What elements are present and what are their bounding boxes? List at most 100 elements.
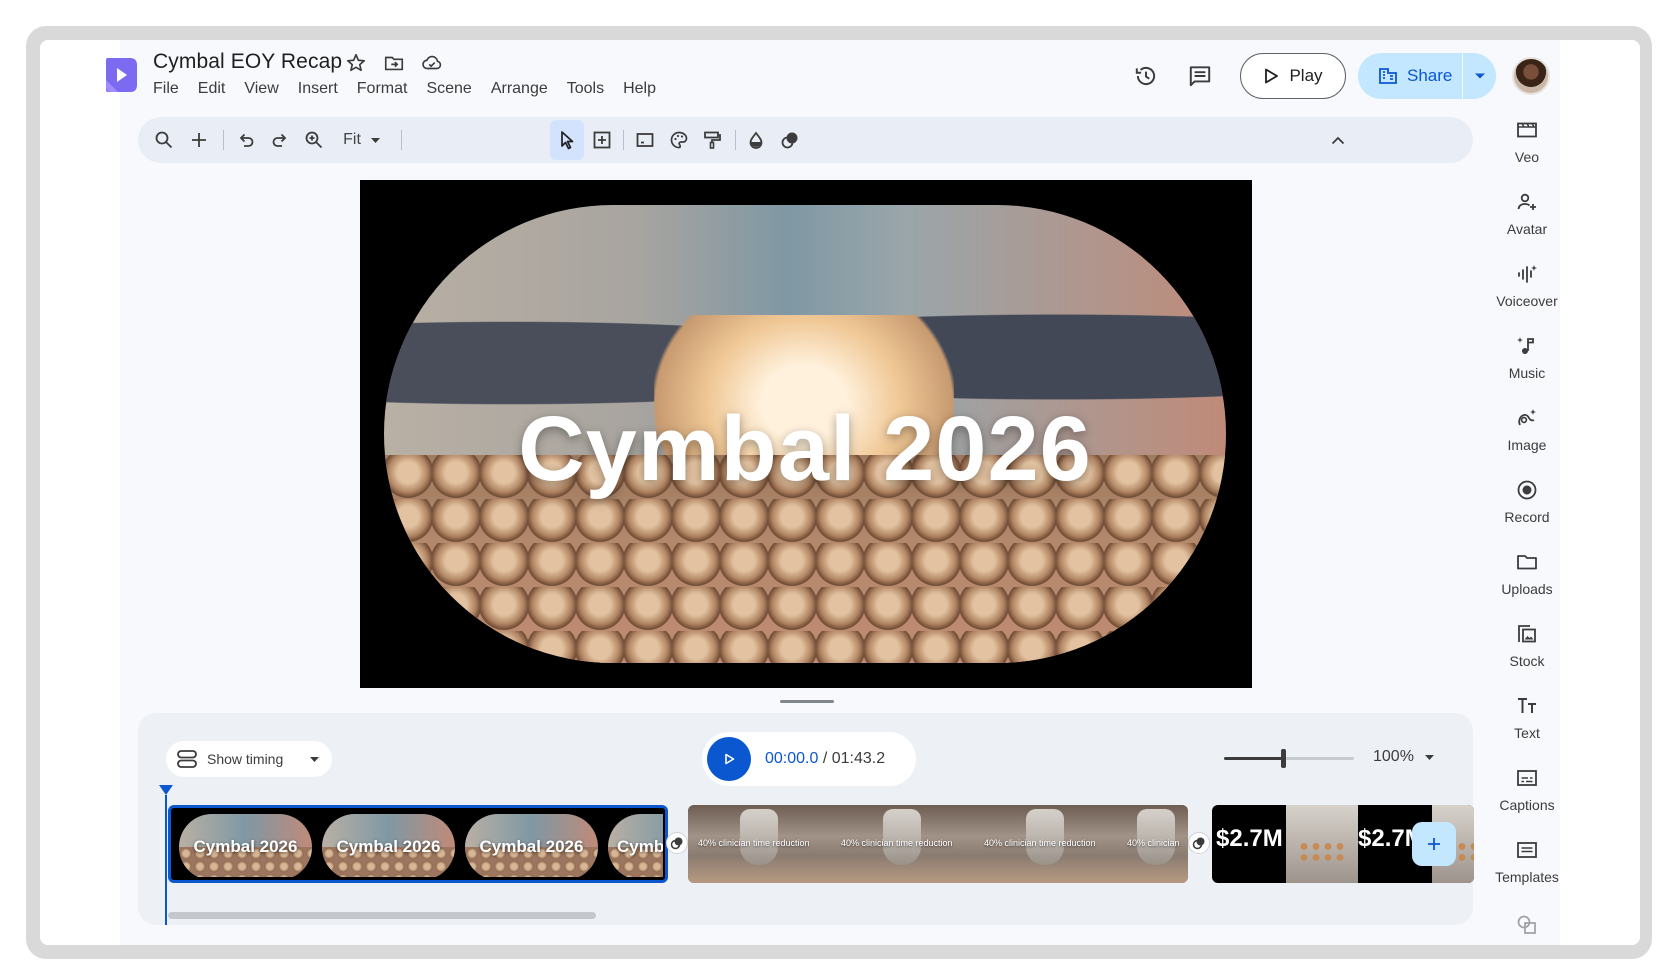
timeline-clip-title[interactable]: Cymbal 2026 Cymbal 2026 Cymbal 2026 Cymb [168, 805, 668, 883]
timeline-play-button[interactable] [707, 737, 751, 781]
rail-item-voiceover[interactable]: Voiceover [1480, 262, 1574, 328]
collapse-toolbar-button[interactable] [1322, 117, 1354, 163]
avatar-icon [1517, 193, 1536, 210]
timeline-resize-handle[interactable] [780, 700, 834, 703]
version-history-button[interactable] [1128, 58, 1164, 94]
scene-canvas[interactable]: Cymbal 2026 [360, 180, 1252, 688]
zoom-slider-thumb[interactable] [1281, 749, 1286, 768]
editor-toolbar: Fit [138, 117, 1473, 163]
toolbar-divider [401, 130, 402, 150]
folder-icon [1517, 555, 1537, 570]
comments-button[interactable] [1182, 58, 1218, 94]
select-tool-button[interactable] [551, 117, 583, 163]
rail-item-more[interactable] [1480, 913, 1574, 939]
text-icon [1518, 698, 1536, 713]
rail-item-templates[interactable]: Templates [1480, 838, 1574, 904]
thumbnail-text: 40% clinician time reduction [698, 838, 810, 848]
rail-label: Text [1514, 725, 1540, 741]
rail-item-music[interactable]: Music [1480, 334, 1574, 400]
transition-button[interactable] [666, 832, 688, 854]
thumbnail-text: Cymbal 2026 [479, 837, 584, 856]
vids-logo-icon[interactable] [104, 56, 138, 94]
scene-background-image[interactable]: Cymbal 2026 [384, 205, 1226, 663]
share-dropdown-button[interactable] [1463, 53, 1496, 99]
playback-control: 00:00.0 / 01:43.2 [702, 732, 916, 786]
show-timing-button[interactable]: Show timing [166, 749, 296, 769]
record-icon [1517, 480, 1537, 500]
paint-format-button[interactable] [696, 117, 728, 163]
menu-format[interactable]: Format [357, 80, 408, 98]
menu-tools[interactable]: Tools [567, 80, 604, 98]
zoom-button[interactable] [298, 117, 330, 163]
chevron-up-icon [1331, 136, 1345, 144]
menu-edit[interactable]: Edit [198, 80, 226, 98]
rail-item-veo[interactable]: Veo [1480, 118, 1574, 184]
insert-textbox-button[interactable] [586, 117, 618, 163]
undo-button[interactable] [230, 117, 262, 163]
menu-arrange[interactable]: Arrange [491, 80, 548, 98]
new-scene-button[interactable] [183, 117, 215, 163]
redo-button[interactable] [264, 117, 296, 163]
timeline-zoom-select[interactable]: 100% [1373, 748, 1435, 766]
menu-insert[interactable]: Insert [298, 80, 338, 98]
menu-scene[interactable]: Scene [426, 80, 471, 98]
domain-icon [1379, 68, 1397, 84]
share-button[interactable]: Share [1358, 53, 1462, 99]
theme-button[interactable] [663, 117, 695, 163]
voiceover-icon [1518, 265, 1537, 283]
scene-title-text[interactable]: Cymbal 2026 [384, 397, 1226, 502]
play-icon [725, 753, 735, 765]
star-icon[interactable] [345, 52, 367, 74]
move-folder-icon[interactable] [383, 52, 405, 74]
toolbar-divider [735, 130, 736, 150]
shapes-icon [781, 132, 798, 149]
undo-icon [239, 133, 254, 147]
history-icon [1135, 66, 1156, 86]
timeline-clip-stat[interactable]: 40% clinician time reduction 40% clinici… [688, 805, 1188, 883]
account-avatar[interactable] [1512, 57, 1550, 95]
total-time: 01:43.2 [831, 750, 886, 767]
transition-button[interactable] [1188, 832, 1210, 854]
menu-view[interactable]: View [244, 80, 278, 98]
rail-item-record[interactable]: Record [1480, 478, 1574, 544]
current-time: 00:00.0 [765, 750, 819, 767]
add-scene-button[interactable] [1412, 822, 1456, 866]
cloud-saved-icon[interactable] [421, 52, 443, 74]
show-timing-control: Show timing [166, 741, 332, 777]
add-box-icon [593, 131, 611, 149]
document-title[interactable]: Cymbal EOY Recap [153, 50, 342, 74]
menu-help[interactable]: Help [623, 80, 656, 98]
playhead-line [165, 795, 167, 925]
search-menus-button[interactable] [148, 117, 180, 163]
chevron-down-icon [1424, 754, 1434, 760]
play-button[interactable]: Play [1240, 53, 1346, 99]
toolbar-divider [623, 130, 624, 150]
clip-thumbnail: Cymbal 2026 [460, 811, 603, 877]
show-timing-dropdown[interactable] [296, 756, 332, 763]
rail-item-avatar[interactable]: Avatar [1480, 190, 1574, 256]
plus-icon [192, 133, 206, 147]
zoom-dropdown-button[interactable] [362, 117, 388, 163]
templates-icon [1517, 842, 1537, 858]
background-button[interactable] [629, 117, 661, 163]
toolbar-divider [223, 130, 224, 150]
chevron-down-icon [370, 137, 380, 143]
rail-item-captions[interactable]: Captions [1480, 766, 1574, 832]
timeline-zoom-slider[interactable] [1224, 749, 1354, 768]
menu-bar: File Edit View Insert Format Scene Arran… [153, 80, 656, 98]
music-icon [1517, 337, 1534, 354]
rail-label: Music [1508, 365, 1546, 381]
play-label: Play [1289, 66, 1323, 85]
rail-item-stock[interactable]: Stock [1480, 622, 1574, 688]
menu-file[interactable]: File [153, 80, 179, 98]
transition-icon [670, 837, 683, 850]
rail-item-text[interactable]: Text [1480, 694, 1574, 760]
timeline-scrollbar[interactable] [168, 912, 596, 919]
rail-label: Image [1507, 437, 1547, 453]
rail-label: Voiceover [1496, 293, 1558, 309]
rail-item-image[interactable]: Image [1480, 406, 1574, 472]
shape-effects-button[interactable] [774, 117, 806, 163]
zoom-slider-fill [1224, 757, 1283, 760]
rail-item-uploads[interactable]: Uploads [1480, 550, 1574, 616]
fill-color-button[interactable] [740, 117, 772, 163]
